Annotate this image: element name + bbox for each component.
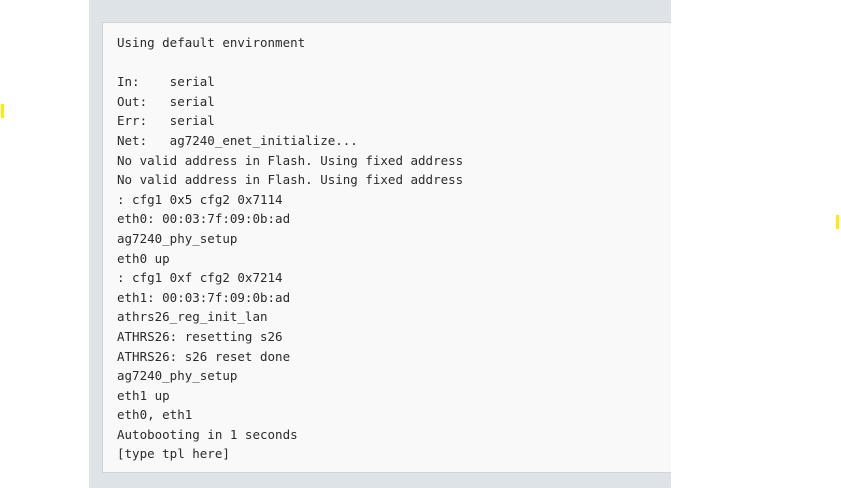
- log-line: In: serial: [117, 74, 215, 90]
- log-line: eth0: 00:03:7f:09:0b:ad: [117, 211, 291, 227]
- highlight-marker-right: [836, 215, 839, 229]
- console-output-panel[interactable]: Using default environment In: serial Out…: [102, 22, 671, 473]
- log-line: athrs26_reg_init_lan: [117, 309, 268, 325]
- log-line: No valid address in Flash. Using fixed a…: [117, 172, 464, 188]
- log-line: Out: serial: [117, 93, 215, 109]
- log-line: ATHRS26: s26 reset done: [117, 348, 291, 364]
- log-line: eth1: 00:03:7f:09:0b:ad: [117, 289, 291, 305]
- log-line: : cfg1 0x5 cfg2 0x7114: [117, 191, 283, 207]
- log-line: ag7240_phy_setup: [117, 368, 238, 384]
- log-line: eth0 up: [117, 250, 170, 266]
- highlight-marker-left: [1, 104, 4, 118]
- log-line: Err: serial: [117, 113, 215, 129]
- log-line: [117, 53, 463, 73]
- log-line: ATHRS26: resetting s26: [117, 328, 283, 344]
- log-line-prompt: [type tpl here]: [117, 446, 230, 462]
- log-line: Using default environment: [117, 35, 306, 50]
- log-line: Net: ag7240_enet_initialize...: [117, 132, 358, 148]
- log-line-autoboot-highlighted: Autobooting in 1 seconds: [106, 425, 463, 445]
- log-line: No valid address in Flash. Using fixed a…: [117, 152, 464, 168]
- log-line: eth0, eth1: [117, 407, 193, 423]
- console-log: Using default environment In: serial Out…: [106, 33, 464, 464]
- log-line: : cfg1 0xf cfg2 0x7214: [117, 270, 283, 286]
- log-line: eth1 up: [117, 387, 170, 403]
- log-line: ag7240_phy_setup: [117, 230, 238, 246]
